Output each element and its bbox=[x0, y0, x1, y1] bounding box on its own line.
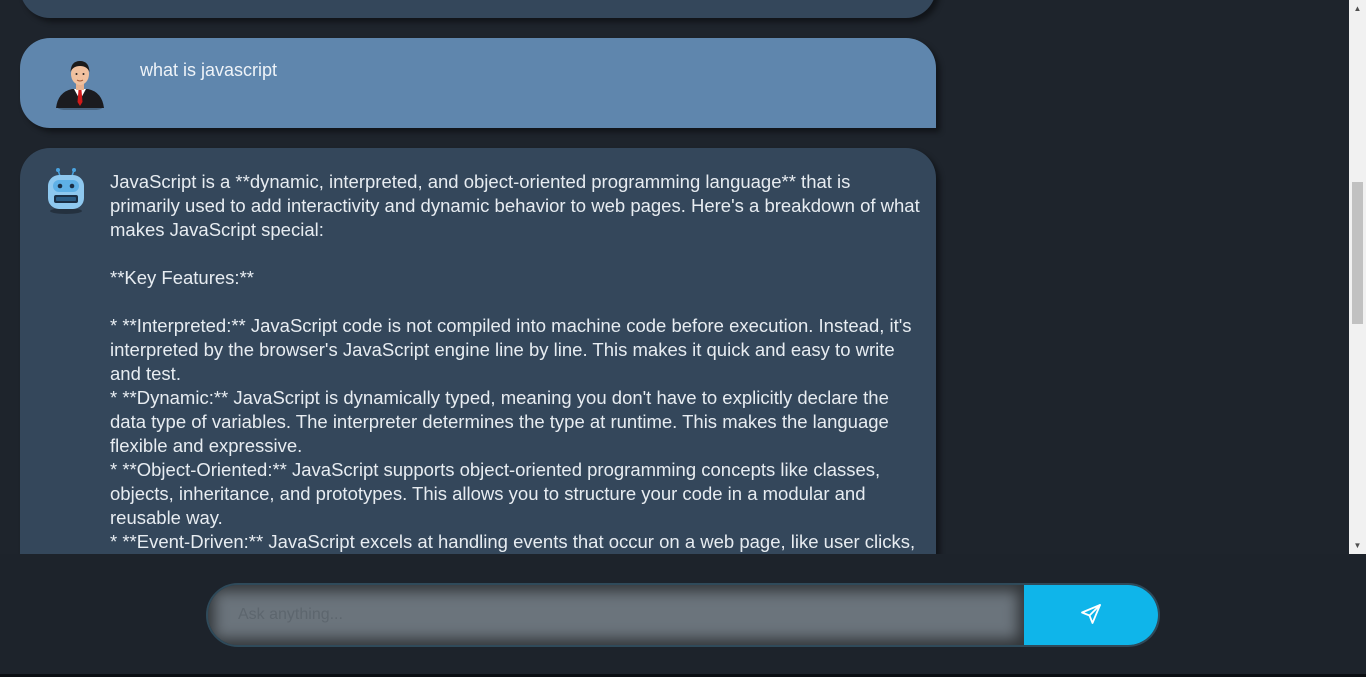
bot-message-text: JavaScript is a **dynamic, interpreted, … bbox=[110, 171, 920, 552]
message-input[interactable] bbox=[208, 585, 1024, 645]
scroll-down-icon[interactable]: ▼ bbox=[1349, 537, 1366, 554]
message-input-bar bbox=[206, 583, 1160, 647]
bot-message-bubble: JavaScript is a **dynamic, interpreted, … bbox=[20, 148, 936, 554]
paper-plane-icon bbox=[1079, 602, 1103, 629]
user-message-bubble: what is javascript bbox=[20, 38, 936, 128]
chat-area: what is javascript JavaScript is a **dyn… bbox=[0, 0, 1349, 554]
user-message-text: what is javascript bbox=[140, 60, 278, 80]
vertical-scrollbar[interactable]: ▲ ▼ bbox=[1349, 0, 1366, 554]
scrollbar-gutter bbox=[1349, 554, 1366, 677]
user-avatar-icon bbox=[54, 58, 106, 111]
send-button[interactable] bbox=[1024, 585, 1158, 645]
previous-message-bubble bbox=[20, 0, 936, 18]
robot-icon bbox=[44, 166, 88, 214]
scroll-thumb[interactable] bbox=[1352, 182, 1363, 324]
scroll-up-icon[interactable]: ▲ bbox=[1349, 0, 1366, 17]
